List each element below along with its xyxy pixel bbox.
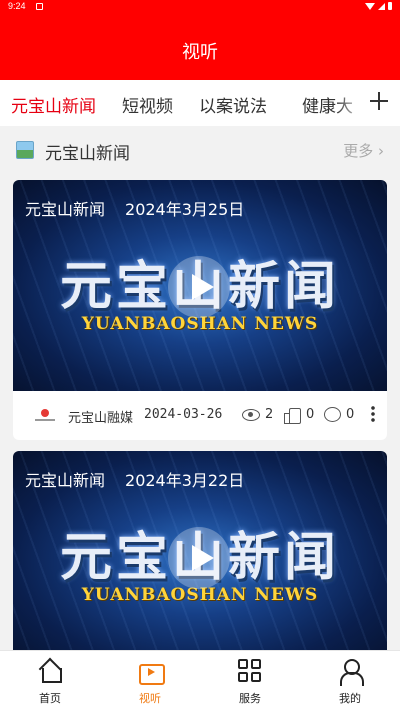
nav-label: 我的 bbox=[339, 692, 361, 705]
video-source: 元宝山融媒 bbox=[68, 411, 134, 426]
video-thumbnail[interactable]: 元宝山新闻 2024年3月25日 元宝山新闻 YUANBAOSHAN NEWS bbox=[13, 180, 387, 391]
notification-icon bbox=[36, 3, 43, 10]
user-icon bbox=[338, 659, 364, 686]
caption-date: 2024年3月25日 bbox=[125, 200, 245, 219]
like-count: 0 bbox=[306, 407, 315, 422]
comment-count: 0 bbox=[346, 407, 355, 422]
grid-icon bbox=[238, 659, 262, 683]
bottom-nav: 首页 视听 服务 我的 bbox=[0, 650, 400, 711]
nav-label: 视听 bbox=[139, 692, 161, 705]
status-time: 9:24 bbox=[8, 1, 26, 11]
play-icon[interactable] bbox=[168, 256, 230, 318]
video-caption: 元宝山新闻 2024年3月22日 bbox=[25, 467, 244, 491]
add-tab-icon[interactable] bbox=[370, 92, 388, 110]
video-meta: 元宝山融媒 2024-03-26 2 0 0 bbox=[13, 391, 387, 440]
nav-services[interactable]: 服务 bbox=[200, 651, 300, 711]
caption-title: 元宝山新闻 bbox=[25, 471, 106, 490]
video-card[interactable]: 元宝山新闻 2024年3月25日 元宝山新闻 YUANBAOSHAN NEWS 元… bbox=[13, 180, 387, 440]
thumbs-up-icon[interactable] bbox=[284, 407, 301, 424]
play-icon[interactable] bbox=[168, 527, 230, 589]
nav-home[interactable]: 首页 bbox=[0, 651, 100, 711]
caption-date: 2024年3月22日 bbox=[125, 471, 245, 490]
video-thumbnail[interactable]: 元宝山新闻 2024年3月22日 元宝山新闻 YUANBAOSHAN NEWS bbox=[13, 451, 387, 662]
video-card[interactable]: 元宝山新闻 2024年3月22日 元宝山新闻 YUANBAOSHAN NEWS bbox=[13, 451, 387, 662]
tab-short-video[interactable]: 短视频 bbox=[122, 92, 173, 117]
app-screen: 9:24 视听 元宝山新闻 短视频 以案说法 健康大 元宝山新闻 更多 › 元宝… bbox=[0, 0, 400, 711]
nav-profile[interactable]: 我的 bbox=[300, 651, 400, 711]
signal-icon bbox=[378, 2, 385, 10]
video-caption: 元宝山新闻 2024年3月25日 bbox=[25, 196, 244, 220]
image-icon bbox=[16, 141, 34, 159]
eye-icon bbox=[242, 409, 260, 421]
comment-icon[interactable] bbox=[324, 407, 341, 422]
tabs-fade bbox=[336, 80, 366, 126]
more-link[interactable]: 更多 › bbox=[343, 140, 384, 161]
battery-icon bbox=[388, 2, 392, 10]
section-title: 元宝山新闻 bbox=[45, 144, 130, 164]
tab-case-law[interactable]: 以案说法 bbox=[199, 92, 267, 117]
video-date: 2024-03-26 bbox=[144, 407, 223, 422]
wifi-icon bbox=[365, 2, 375, 10]
nav-label: 首页 bbox=[39, 692, 61, 705]
source-logo-icon bbox=[35, 409, 55, 423]
tv-icon bbox=[138, 659, 165, 685]
home-icon bbox=[38, 659, 62, 683]
status-icons bbox=[365, 2, 392, 10]
nav-label: 服务 bbox=[239, 692, 261, 705]
caption-title: 元宝山新闻 bbox=[25, 200, 106, 219]
app-header: 9:24 视听 bbox=[0, 0, 400, 80]
page-title: 视听 bbox=[182, 42, 218, 63]
view-count: 2 bbox=[265, 407, 274, 422]
tab-yuanbaoshan-news[interactable]: 元宝山新闻 bbox=[11, 92, 96, 117]
status-bar: 9:24 bbox=[0, 0, 400, 14]
nav-media[interactable]: 视听 bbox=[100, 651, 200, 711]
more-options-icon[interactable] bbox=[371, 405, 375, 423]
